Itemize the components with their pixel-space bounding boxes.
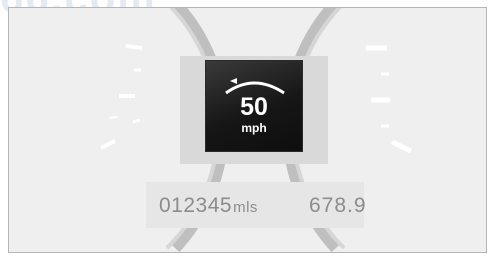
left-dial-tick [108, 116, 118, 119]
odometer-digits: 012345 [159, 194, 233, 217]
right-dial-tick [390, 139, 413, 154]
odometer-readout: 012345mls [159, 194, 258, 218]
speed-limit-display: 50 mph [205, 60, 303, 152]
speed-arc [225, 81, 285, 95]
instrument-cluster: 50 mph 012345mls 678.9 [8, 7, 487, 253]
left-dial-tick [125, 44, 143, 50]
arc-marker-icon [230, 78, 237, 84]
speed-value: 50 [240, 93, 268, 121]
odometer-unit: mls [233, 199, 258, 216]
speed-unit: mph [241, 121, 267, 135]
left-dial-tick [100, 139, 116, 150]
trip-meter-readout: 678.9 [309, 194, 367, 217]
left-dial-tick [132, 118, 141, 124]
